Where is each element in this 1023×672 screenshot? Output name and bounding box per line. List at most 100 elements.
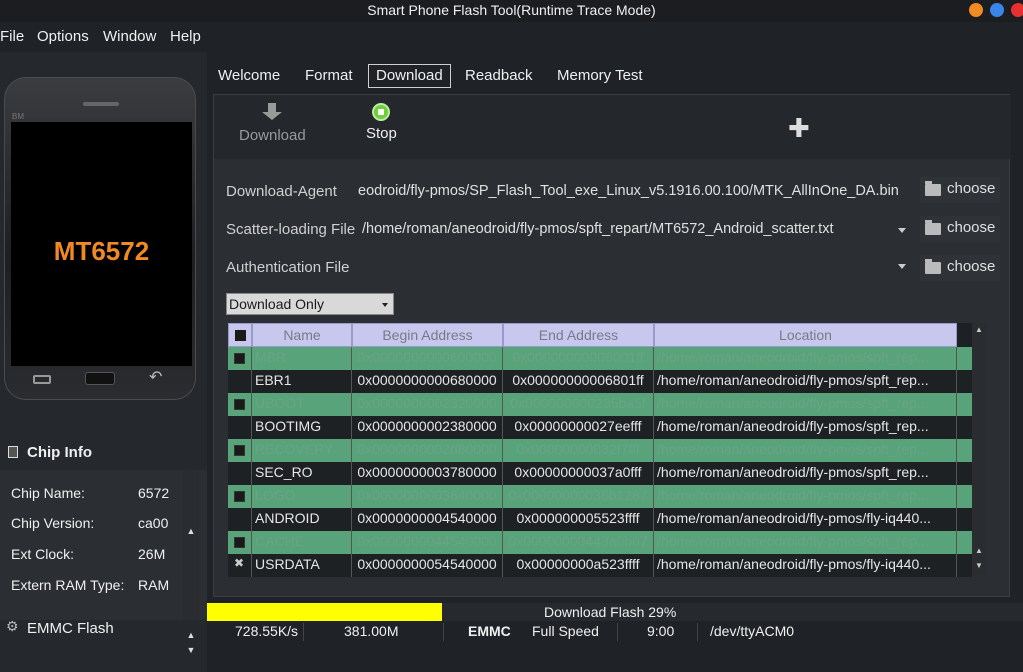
cell-end: 0x00000000038b1287 bbox=[503, 485, 654, 508]
checkbox-checked bbox=[234, 353, 245, 364]
table-row[interactable]: EBR1 0x0000000000680000 0x00000000006801ff… bbox=[228, 370, 972, 393]
row-checkbox[interactable] bbox=[228, 508, 252, 531]
chevron-down-icon[interactable] bbox=[898, 264, 906, 269]
select-all-checkbox[interactable] bbox=[228, 323, 252, 347]
chevron-down-icon bbox=[382, 303, 388, 307]
table-row[interactable]: RECOVERY 0x0000000002d80000 0x00000000032f… bbox=[228, 439, 972, 462]
cell-begin: 0x0000000054540000 bbox=[352, 554, 503, 577]
cell-begin: 0x0000000000680000 bbox=[352, 370, 503, 393]
table-row[interactable]: CACHE 0x0000000044540000 0x00000000443a0b6… bbox=[228, 531, 972, 554]
checkbox-checked bbox=[234, 399, 245, 410]
cell-location: /home/roman/aneodroid/fly-pmos/spft_rep.… bbox=[654, 347, 957, 370]
table-row[interactable]: MBR 0x0000000000600000 0x00000000006001ff /… bbox=[228, 347, 972, 370]
tab-download[interactable]: Download bbox=[368, 64, 451, 88]
download-mode-select[interactable]: Download Only bbox=[226, 293, 394, 315]
column-header-location[interactable]: Location bbox=[654, 323, 957, 347]
cell-name: UBOOT bbox=[252, 393, 352, 416]
row-checkbox[interactable] bbox=[228, 416, 252, 439]
cell-location: /home/roman/aneodroid/fly-pmos/spft_rep.… bbox=[654, 439, 957, 462]
column-header-begin-address[interactable]: Begin Address bbox=[352, 323, 503, 347]
ram-type-value: RAM bbox=[138, 577, 170, 593]
gear-icon: ⚙ bbox=[6, 618, 19, 634]
scroll-up-icon[interactable]: ▲ bbox=[972, 546, 986, 558]
chip-info-header: Chip Info bbox=[0, 440, 207, 466]
table-row[interactable]: ANDROID 0x0000000004540000 0x000000005523f… bbox=[228, 508, 972, 531]
cell-end: 0x00000000027eefff bbox=[503, 416, 654, 439]
ext-clock-label: Ext Clock: bbox=[11, 546, 75, 562]
emmc-flash-section[interactable]: ⚙ EMMC Flash bbox=[0, 616, 207, 642]
tab-welcome[interactable]: Welcome bbox=[210, 64, 288, 88]
status-divider bbox=[617, 623, 618, 641]
scroll-down-icon[interactable]: ▼ bbox=[183, 645, 199, 659]
table-row[interactable]: UBOOT 0x0000000002320000 0x000000000235ba5… bbox=[228, 393, 972, 416]
window-title: Smart Phone Flash Tool(Runtime Trace Mod… bbox=[367, 2, 656, 18]
maximize-button[interactable] bbox=[990, 3, 1004, 17]
partition-table: Name Begin Address End Address Location … bbox=[228, 323, 986, 577]
menu-options[interactable]: Options bbox=[37, 28, 89, 45]
cell-begin: 0x0000000002380000 bbox=[352, 416, 503, 439]
chip-name-value: 6572 bbox=[138, 485, 170, 501]
chevron-down-icon[interactable] bbox=[898, 228, 906, 233]
table-row[interactable]: ✖ USRDATA 0x0000000054540000 0x00000000a523… bbox=[228, 554, 972, 577]
choose-label: choose bbox=[947, 180, 996, 197]
tab-readback[interactable]: Readback bbox=[457, 64, 541, 88]
chip-info-scrollbar[interactable]: ▲ ▲ ▼ bbox=[183, 470, 199, 655]
row-checkbox[interactable] bbox=[228, 531, 252, 554]
tab-memory-test[interactable]: Memory Test bbox=[549, 64, 651, 88]
scatter-file-label: Scatter-loading File bbox=[226, 221, 356, 238]
menu-window[interactable]: Window bbox=[103, 28, 156, 45]
table-row[interactable]: SEC_RO 0x0000000003780000 0x00000000037a0f… bbox=[228, 462, 972, 485]
menu-file[interactable]: File bbox=[0, 28, 24, 45]
row-checkbox[interactable] bbox=[228, 485, 252, 508]
cell-begin: 0x0000000003840000 bbox=[352, 485, 503, 508]
column-header-name[interactable]: Name bbox=[252, 323, 352, 347]
chip-name-label: Chip Name: bbox=[11, 485, 85, 501]
close-button[interactable] bbox=[1011, 3, 1023, 17]
back-key-icon: ↶ bbox=[149, 369, 163, 386]
scroll-up-icon[interactable]: ▲ bbox=[183, 526, 199, 540]
progress-bar: Download Flash 29% bbox=[207, 603, 1023, 621]
scroll-up-icon[interactable]: ▲ bbox=[972, 325, 986, 337]
row-checkbox[interactable] bbox=[228, 462, 252, 485]
auth-file-field[interactable] bbox=[360, 256, 890, 280]
cell-end: 0x00000000a523ffff bbox=[503, 554, 654, 577]
auth-file-choose-button[interactable]: choose bbox=[920, 255, 1000, 281]
cell-begin: 0x0000000003780000 bbox=[352, 462, 503, 485]
home-key-icon bbox=[85, 372, 115, 385]
column-header-end-address[interactable]: End Address bbox=[503, 323, 654, 347]
phone-image: BM MT6572 ↶ bbox=[4, 77, 196, 400]
checkbox-checked bbox=[234, 445, 245, 456]
row-checkbox[interactable] bbox=[228, 439, 252, 462]
row-checkbox[interactable] bbox=[228, 370, 252, 393]
cell-name: SEC_RO bbox=[252, 462, 352, 485]
chip-version-value: ca00 bbox=[138, 515, 169, 531]
auth-file-label: Authentication File bbox=[226, 259, 350, 276]
download-agent-field[interactable]: eodroid/fly-pmos/SP_Flash_Tool_exe_Linux… bbox=[356, 180, 912, 204]
row-checkbox[interactable] bbox=[228, 393, 252, 416]
transfer-speed: 728.55K/s bbox=[235, 623, 299, 639]
stop-button[interactable]: Stop bbox=[366, 103, 397, 142]
cell-location: /home/roman/aneodroid/fly-pmos/spft_rep.… bbox=[654, 462, 957, 485]
download-agent-choose-button[interactable]: choose bbox=[920, 177, 1000, 203]
download-arrow-icon bbox=[262, 103, 283, 123]
cell-name: EBR1 bbox=[252, 370, 352, 393]
cell-name: USRDATA bbox=[252, 554, 352, 577]
phone-screen: MT6572 bbox=[11, 122, 192, 366]
scatter-file-choose-button[interactable]: choose bbox=[920, 216, 1000, 242]
chip-info-icon bbox=[8, 446, 18, 458]
table-row[interactable]: LOGO 0x0000000003840000 0x00000000038b1287… bbox=[228, 485, 972, 508]
menu-help[interactable]: Help bbox=[170, 28, 201, 45]
row-checkbox[interactable] bbox=[228, 347, 252, 370]
table-scrollbar[interactable]: ▲ ▲ ▼ bbox=[972, 323, 986, 575]
status-divider bbox=[443, 623, 444, 641]
row-checkbox[interactable]: ✖ bbox=[228, 554, 252, 577]
scroll-down-icon[interactable]: ▼ bbox=[972, 561, 986, 573]
cell-end: 0x00000000443a0b67 bbox=[503, 531, 654, 554]
title-bar: Smart Phone Flash Tool(Runtime Trace Mod… bbox=[0, 0, 1023, 22]
minimize-button[interactable] bbox=[969, 3, 983, 17]
x-mark-icon: ✖ bbox=[234, 556, 245, 570]
scatter-file-field[interactable]: /home/roman/aneodroid/fly-pmos/spft_repa… bbox=[360, 218, 890, 242]
table-row[interactable]: BOOTIMG 0x0000000002380000 0x00000000027ee… bbox=[228, 416, 972, 439]
tab-format[interactable]: Format bbox=[297, 64, 361, 88]
download-button[interactable]: Download bbox=[239, 103, 306, 144]
